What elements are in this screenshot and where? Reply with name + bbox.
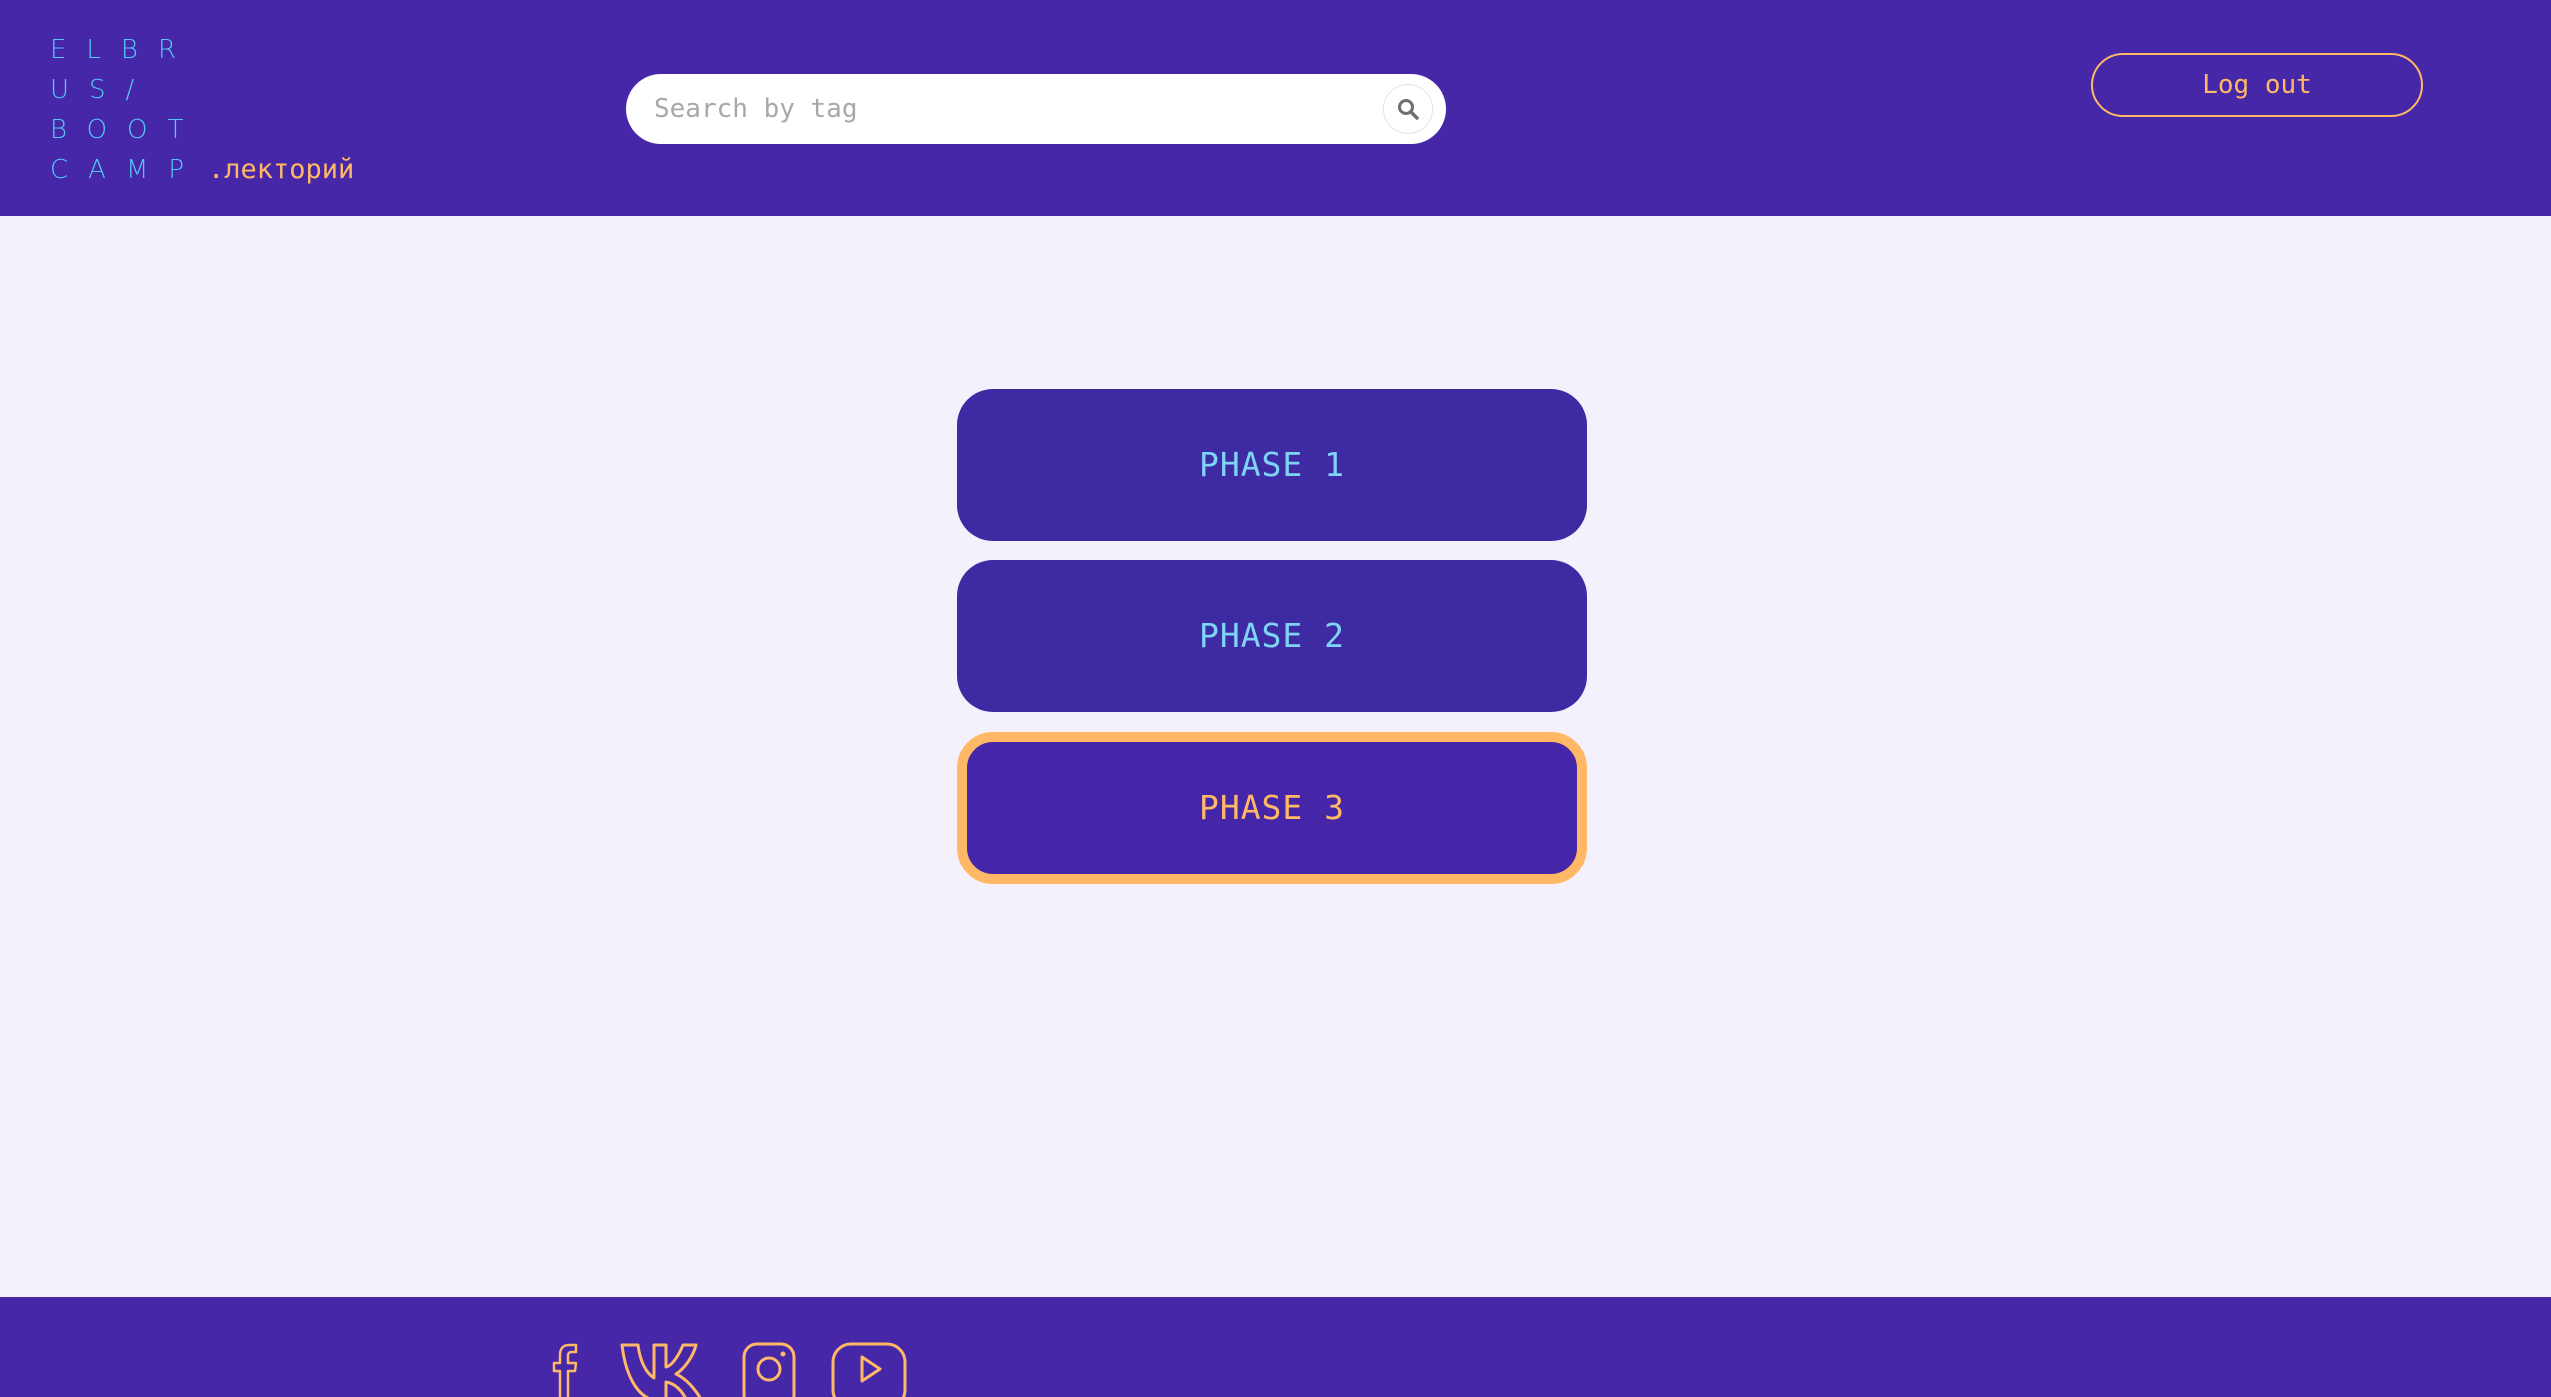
search-icon xyxy=(1398,99,1419,120)
elbrus-bootcamp-logo[interactable]: ELBR US/ BOOT CAMP .лекторий xyxy=(50,30,354,190)
instagram-icon[interactable] xyxy=(741,1341,797,1397)
logout-button[interactable]: Log out xyxy=(2091,53,2423,117)
logo-line-2: US/ xyxy=(50,75,155,105)
logo-line-1: ELBR xyxy=(50,35,197,65)
search-box xyxy=(626,74,1446,144)
search-input[interactable] xyxy=(654,74,1354,144)
logo-suffix: .лекторий xyxy=(208,154,355,185)
vk-icon[interactable] xyxy=(620,1341,708,1397)
phase-1-label: PHASE 1 xyxy=(1198,445,1346,484)
search-button[interactable] xyxy=(1383,84,1433,134)
footer xyxy=(0,1297,2551,1397)
phase-3-label: PHASE 3 xyxy=(1198,788,1346,827)
logo-line-4: CAMP xyxy=(50,155,205,185)
logo-line-3: BOOT xyxy=(50,115,204,145)
phase-2-label: PHASE 2 xyxy=(1198,616,1346,655)
phase-3-button[interactable]: PHASE 3 xyxy=(957,732,1587,884)
phase-2-button[interactable]: PHASE 2 xyxy=(957,560,1587,712)
facebook-icon[interactable] xyxy=(552,1341,584,1397)
youtube-icon[interactable] xyxy=(830,1341,908,1397)
phase-1-button[interactable]: PHASE 1 xyxy=(957,389,1587,541)
header: ELBR US/ BOOT CAMP .лекторий Log out xyxy=(0,0,2551,216)
